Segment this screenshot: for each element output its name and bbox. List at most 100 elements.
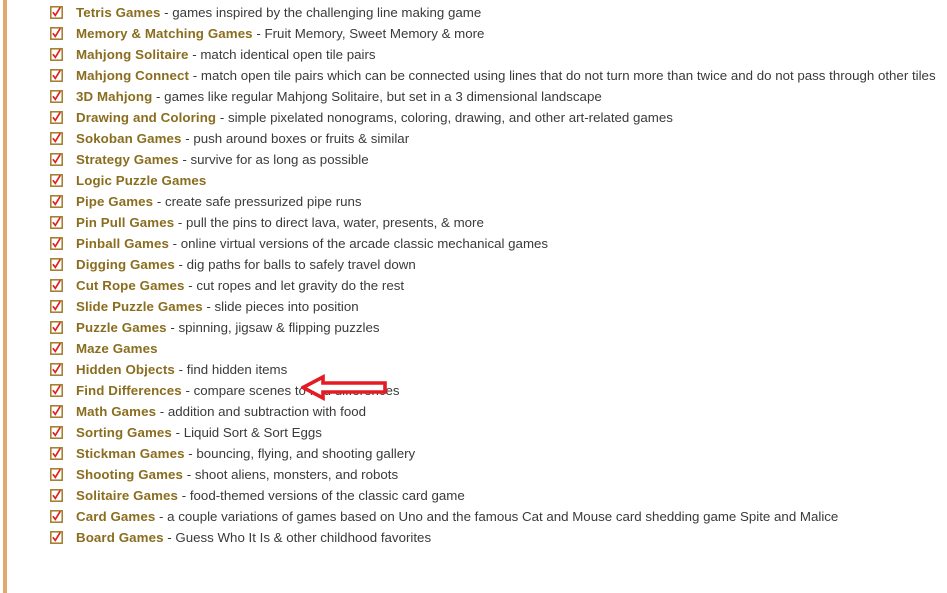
category-description: - games inspired by the challenging line… bbox=[160, 5, 482, 20]
checkbox-checked-icon bbox=[50, 363, 63, 376]
checkbox-checked-icon bbox=[50, 174, 63, 187]
list-item[interactable]: Drawing and Coloring - simple pixelated … bbox=[50, 108, 940, 129]
checkbox-checked-icon bbox=[50, 489, 63, 502]
category-title-link[interactable]: Digging Games bbox=[76, 257, 175, 272]
category-title-link[interactable]: Pinball Games bbox=[76, 236, 169, 251]
category-title-link[interactable]: Hidden Objects bbox=[76, 362, 175, 377]
list-item[interactable]: Pin Pull Games - pull the pins to direct… bbox=[50, 213, 940, 234]
list-item[interactable]: Strategy Games - survive for as long as … bbox=[50, 150, 940, 171]
category-description: - push around boxes or fruits & similar bbox=[181, 131, 410, 146]
game-category-list: Tetris Games - games inspired by the cha… bbox=[50, 3, 940, 549]
list-item[interactable]: 3D Mahjong - games like regular Mahjong … bbox=[50, 87, 940, 108]
category-description: - Guess Who It Is & other childhood favo… bbox=[163, 530, 432, 545]
list-item[interactable]: Stickman Games - bouncing, flying, and s… bbox=[50, 444, 940, 465]
category-description: - addition and subtraction with food bbox=[156, 404, 367, 419]
category-description: - bouncing, flying, and shooting gallery bbox=[184, 446, 416, 461]
category-title-link[interactable]: Slide Puzzle Games bbox=[76, 299, 203, 314]
list-item[interactable]: Solitaire Games - food-themed versions o… bbox=[50, 486, 940, 507]
category-description: - match identical open tile pairs bbox=[188, 47, 376, 62]
category-title-link[interactable]: Drawing and Coloring bbox=[76, 110, 216, 125]
category-title-link[interactable]: Puzzle Games bbox=[76, 320, 167, 335]
checkbox-checked-icon bbox=[50, 300, 63, 313]
category-title-link[interactable]: Sokoban Games bbox=[76, 131, 182, 146]
checkbox-checked-icon bbox=[50, 90, 63, 103]
list-item[interactable]: Board Games - Guess Who It Is & other ch… bbox=[50, 528, 940, 549]
checkbox-checked-icon bbox=[50, 6, 63, 19]
category-title-link[interactable]: Cut Rope Games bbox=[76, 278, 185, 293]
category-title-link[interactable]: Find Differences bbox=[76, 383, 182, 398]
category-description: - online virtual versions of the arcade … bbox=[168, 236, 549, 251]
list-item[interactable]: Find Differences - compare scenes to fin… bbox=[50, 381, 940, 402]
category-title-link[interactable]: Solitaire Games bbox=[76, 488, 178, 503]
page-content: Tetris Games - games inspired by the cha… bbox=[0, 0, 947, 593]
list-item[interactable]: Card Games - a couple variations of game… bbox=[50, 507, 940, 528]
category-title-link[interactable]: Pipe Games bbox=[76, 194, 153, 209]
checkbox-checked-icon bbox=[50, 321, 63, 334]
list-item[interactable]: Logic Puzzle Games bbox=[50, 171, 940, 192]
category-description: - slide pieces into position bbox=[202, 299, 359, 314]
category-title-link[interactable]: Shooting Games bbox=[76, 467, 183, 482]
list-item[interactable]: Sorting Games - Liquid Sort & Sort Eggs bbox=[50, 423, 940, 444]
checkbox-checked-icon bbox=[50, 153, 63, 166]
checkbox-checked-icon bbox=[50, 216, 63, 229]
checkbox-checked-icon bbox=[50, 510, 63, 523]
list-item[interactable]: Puzzle Games - spinning, jigsaw & flippi… bbox=[50, 318, 940, 339]
category-title-link[interactable]: Card Games bbox=[76, 509, 155, 524]
list-item[interactable]: Shooting Games - shoot aliens, monsters,… bbox=[50, 465, 940, 486]
list-item[interactable]: Mahjong Connect - match open tile pairs … bbox=[50, 66, 940, 87]
list-item[interactable]: Mahjong Solitaire - match identical open… bbox=[50, 45, 940, 66]
category-description: - pull the pins to direct lava, water, p… bbox=[174, 215, 484, 230]
category-title-link[interactable]: Tetris Games bbox=[76, 5, 160, 20]
list-item[interactable]: Digging Games - dig paths for balls to s… bbox=[50, 255, 940, 276]
category-title-link[interactable]: Strategy Games bbox=[76, 152, 179, 167]
category-title-link[interactable]: Logic Puzzle Games bbox=[76, 173, 206, 188]
list-item[interactable]: Slide Puzzle Games - slide pieces into p… bbox=[50, 297, 940, 318]
list-item[interactable]: Maze Games bbox=[50, 339, 940, 360]
category-title-link[interactable]: Mahjong Connect bbox=[76, 68, 189, 83]
checkbox-checked-icon bbox=[50, 27, 63, 40]
checkbox-checked-icon bbox=[50, 111, 63, 124]
category-title-link[interactable]: Pin Pull Games bbox=[76, 215, 174, 230]
checkbox-checked-icon bbox=[50, 426, 63, 439]
checkbox-checked-icon bbox=[50, 405, 63, 418]
category-description: - compare scenes to find differences bbox=[181, 383, 400, 398]
checkbox-checked-icon bbox=[50, 531, 63, 544]
category-description: - dig paths for balls to safely travel d… bbox=[174, 257, 416, 272]
category-description: - Liquid Sort & Sort Eggs bbox=[171, 425, 322, 440]
category-description: - survive for as long as possible bbox=[178, 152, 369, 167]
category-description: - create safe pressurized pipe runs bbox=[153, 194, 362, 209]
category-title-link[interactable]: Math Games bbox=[76, 404, 156, 419]
checkbox-checked-icon bbox=[50, 237, 63, 250]
checkbox-checked-icon bbox=[50, 195, 63, 208]
checkbox-checked-icon bbox=[50, 279, 63, 292]
list-item[interactable]: Pipe Games - create safe pressurized pip… bbox=[50, 192, 940, 213]
checkbox-checked-icon bbox=[50, 384, 63, 397]
list-item[interactable]: Pinball Games - online virtual versions … bbox=[50, 234, 940, 255]
category-description: - simple pixelated nonograms, coloring, … bbox=[216, 110, 673, 125]
list-item[interactable]: Hidden Objects - find hidden items bbox=[50, 360, 940, 381]
category-description: - shoot aliens, monsters, and robots bbox=[183, 467, 399, 482]
checkbox-checked-icon bbox=[50, 447, 63, 460]
list-item[interactable]: Tetris Games - games inspired by the cha… bbox=[50, 3, 940, 24]
category-title-link[interactable]: Maze Games bbox=[76, 341, 158, 356]
category-description: - a couple variations of games based on … bbox=[155, 509, 839, 524]
checkbox-checked-icon bbox=[50, 48, 63, 61]
list-item[interactable]: Math Games - addition and subtraction wi… bbox=[50, 402, 940, 423]
list-item[interactable]: Sokoban Games - push around boxes or fru… bbox=[50, 129, 940, 150]
category-description: - Fruit Memory, Sweet Memory & more bbox=[252, 26, 485, 41]
list-item[interactable]: Cut Rope Games - cut ropes and let gravi… bbox=[50, 276, 940, 297]
checkbox-checked-icon bbox=[50, 468, 63, 481]
category-title-link[interactable]: Memory & Matching Games bbox=[76, 26, 253, 41]
category-description: - match open tile pairs which can be con… bbox=[189, 68, 936, 83]
category-title-link[interactable]: 3D Mahjong bbox=[76, 89, 152, 104]
checkbox-checked-icon bbox=[50, 132, 63, 145]
category-description: - games like regular Mahjong Solitaire, … bbox=[152, 89, 602, 104]
category-title-link[interactable]: Board Games bbox=[76, 530, 164, 545]
list-item[interactable]: Memory & Matching Games - Fruit Memory, … bbox=[50, 24, 940, 45]
category-title-link[interactable]: Mahjong Solitaire bbox=[76, 47, 189, 62]
category-description: - find hidden items bbox=[174, 362, 288, 377]
category-description: - cut ropes and let gravity do the rest bbox=[184, 278, 405, 293]
checkbox-checked-icon bbox=[50, 258, 63, 271]
category-title-link[interactable]: Stickman Games bbox=[76, 446, 185, 461]
category-title-link[interactable]: Sorting Games bbox=[76, 425, 172, 440]
